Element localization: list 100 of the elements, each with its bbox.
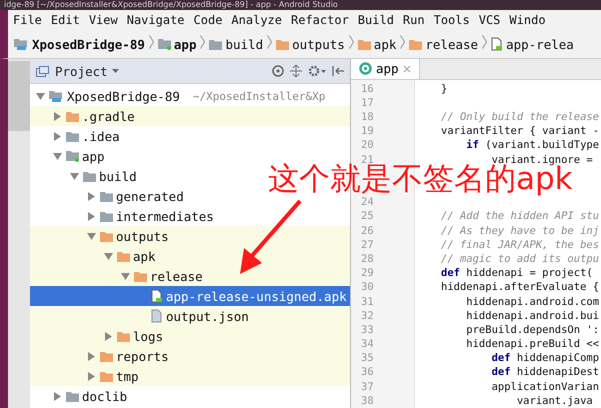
tree-item[interactable]: .gradle bbox=[30, 106, 350, 126]
menu-item[interactable]: Analyze bbox=[226, 13, 286, 27]
menu-item[interactable]: Run bbox=[398, 13, 429, 27]
collapse-arrow-icon[interactable] bbox=[86, 232, 96, 240]
gear-icon[interactable] bbox=[308, 65, 326, 77]
collapse-arrow-icon[interactable] bbox=[52, 152, 62, 160]
tree-item[interactable]: tmp bbox=[30, 366, 350, 386]
expand-arrow-icon[interactable] bbox=[86, 352, 96, 360]
expand-arrow-icon[interactable] bbox=[52, 112, 62, 120]
folder-icon bbox=[276, 38, 290, 50]
collapse-arrow-icon[interactable] bbox=[70, 172, 78, 180]
folder-icon bbox=[49, 90, 64, 102]
code-comment: // Only build the release bbox=[440, 110, 600, 124]
line-number: 26 bbox=[360, 224, 375, 238]
folder-icon bbox=[134, 270, 147, 282]
breadcrumb[interactable]: outputs bbox=[276, 36, 345, 52]
project-path: ~/XposedInstaller&Xp bbox=[192, 90, 326, 102]
tree-item-label: output.json bbox=[166, 308, 249, 324]
menu-item[interactable]: View bbox=[84, 13, 122, 27]
line-number: 24 bbox=[360, 195, 375, 210]
menu-item[interactable]: VCS bbox=[474, 13, 504, 27]
collapse-arrow-icon[interactable] bbox=[104, 252, 112, 260]
folder-icon bbox=[100, 210, 113, 222]
folder-icon bbox=[14, 38, 29, 50]
breadcrumb[interactable]: app bbox=[158, 36, 196, 52]
tree-item[interactable]: XposedBridge-89 ~/XposedInstaller&Xp bbox=[30, 86, 326, 106]
breadcrumb[interactable]: apk bbox=[358, 36, 396, 52]
menu-item[interactable]: File bbox=[8, 13, 46, 27]
tree-item[interactable]: .idea bbox=[30, 126, 120, 146]
folder-icon bbox=[100, 190, 113, 202]
tree-item[interactable]: generated bbox=[30, 186, 184, 206]
menu-item[interactable]: Refactor bbox=[286, 13, 353, 27]
dropdown-arrow-icon bbox=[112, 69, 119, 73]
tree-item[interactable]: intermediates bbox=[30, 206, 214, 226]
code-line: hiddenapi.android.bui bbox=[465, 308, 600, 323]
breadcrumb[interactable]: build bbox=[209, 36, 264, 52]
code-line: def hiddenapiDest bbox=[490, 365, 600, 380]
code-line: if (variant.buildType bbox=[465, 138, 600, 153]
line-number: 28 bbox=[360, 252, 375, 266]
tree-item[interactable]: release bbox=[30, 266, 350, 286]
folder-icon bbox=[100, 230, 113, 242]
tree-item[interactable]: output.json bbox=[30, 306, 350, 326]
menu-item[interactable]: Navigate bbox=[122, 13, 189, 27]
close-icon[interactable] bbox=[402, 64, 411, 73]
code-comment: // final JAR/APK, the bes bbox=[440, 238, 600, 252]
code-comment: // magic to add its outpu bbox=[440, 252, 600, 266]
line-number: 31 bbox=[360, 294, 375, 309]
folder-icon bbox=[66, 130, 79, 142]
line-number: 18 bbox=[360, 110, 375, 124]
chevron-icon bbox=[348, 35, 354, 49]
expand-arrow-icon[interactable] bbox=[52, 132, 62, 140]
folder-icon bbox=[66, 390, 79, 402]
code-comment: // Add the hidden API stu bbox=[440, 209, 600, 224]
breadcrumb[interactable]: app-relea bbox=[491, 36, 574, 52]
expand-arrow-icon[interactable] bbox=[104, 332, 112, 340]
split-icon[interactable] bbox=[290, 65, 302, 77]
chevron-icon bbox=[200, 35, 206, 49]
tree-item[interactable]: logs bbox=[30, 326, 350, 346]
expand-arrow-icon[interactable] bbox=[52, 392, 62, 400]
line-number: 17 bbox=[360, 96, 375, 110]
menu-item[interactable]: Code bbox=[188, 13, 226, 27]
tree-item[interactable]: outputs bbox=[30, 226, 350, 246]
breadcrumb[interactable]: XposedBridge-89 bbox=[14, 36, 145, 52]
collapse-arrow-icon[interactable] bbox=[120, 272, 130, 280]
tab-label: app bbox=[376, 61, 399, 76]
line-number: 25 bbox=[360, 209, 375, 224]
collapse-arrow-icon[interactable] bbox=[36, 92, 44, 100]
chevron-icon bbox=[148, 35, 154, 49]
tree-item[interactable]: reports bbox=[30, 346, 350, 366]
code-line: def hiddenapi = project( bbox=[440, 266, 593, 280]
expand-arrow-icon[interactable] bbox=[86, 212, 96, 220]
menu-item[interactable]: Windo bbox=[504, 13, 550, 27]
collapse-icon[interactable] bbox=[332, 65, 344, 77]
panel-title[interactable]: Project bbox=[55, 64, 119, 78]
tree-item-label: doclib bbox=[82, 388, 128, 404]
breadcrumb[interactable]: release bbox=[409, 36, 478, 52]
folder-icon bbox=[117, 250, 130, 262]
tree-item-label: tmp bbox=[116, 368, 139, 384]
line-number: 16 bbox=[360, 82, 375, 96]
code-line: def hiddenapiComp bbox=[490, 351, 600, 366]
tree-item[interactable]: build bbox=[30, 166, 137, 186]
line-number: 35 bbox=[360, 351, 375, 366]
target-icon[interactable] bbox=[272, 65, 284, 77]
menu-item[interactable]: Edit bbox=[46, 13, 84, 27]
tree-item[interactable]: app bbox=[30, 146, 105, 166]
code-line: variantFilter { variant - bbox=[440, 124, 600, 138]
editor-tab[interactable]: app bbox=[351, 59, 420, 79]
expand-arrow-icon[interactable] bbox=[86, 372, 96, 380]
line-number: 19 bbox=[360, 124, 375, 138]
tree-item[interactable]: doclib bbox=[30, 386, 128, 406]
tree-item[interactable]: apk bbox=[30, 246, 350, 266]
expand-arrow-icon[interactable] bbox=[86, 192, 96, 200]
tree-item-label: XposedBridge-89 bbox=[67, 88, 180, 104]
line-number: 29 bbox=[360, 266, 375, 280]
menu-item[interactable]: Tools bbox=[428, 13, 474, 27]
json-file-icon bbox=[151, 309, 163, 323]
tree-item[interactable]: app-release-unsigned.apk bbox=[30, 286, 350, 306]
menu-item[interactable]: Build bbox=[352, 13, 398, 27]
tree-item-label: release bbox=[150, 268, 203, 284]
tree-item-label: outputs bbox=[116, 228, 169, 244]
